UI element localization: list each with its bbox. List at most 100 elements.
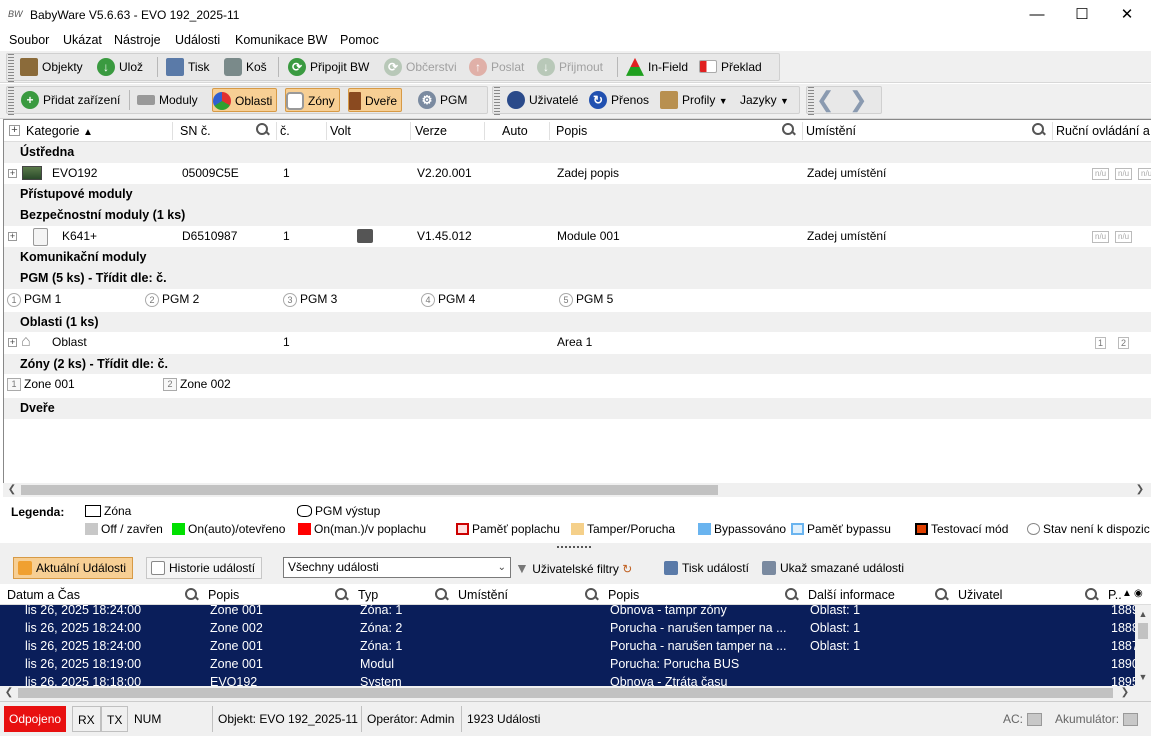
events-horizontal-scrollbar[interactable]: ❮ ❯ (0, 686, 1151, 701)
col-version[interactable]: Verze (415, 124, 447, 138)
panel-description[interactable]: Zadej popis (557, 163, 619, 184)
toolbar-grip[interactable] (808, 87, 814, 115)
modules-button[interactable]: Moduly (137, 88, 198, 112)
transfer-button[interactable]: ↻ Přenos (589, 88, 649, 112)
scroll-right-icon[interactable]: ❯ (1133, 483, 1147, 497)
pgm-item[interactable]: 2 PGM 2 (145, 289, 199, 310)
menu-ukazat[interactable]: Ukázat (63, 33, 102, 47)
send-button[interactable]: ↑ Poslat (469, 55, 524, 79)
maximize-button[interactable]: ☐ (1067, 4, 1097, 26)
connect-button[interactable]: ⟳ Připojit BW (288, 55, 369, 79)
search-icon[interactable] (335, 588, 349, 602)
search-icon[interactable] (782, 123, 796, 137)
module-location[interactable]: Zadej umístění (807, 226, 886, 247)
area-state-badge[interactable]: 1 (1095, 337, 1107, 349)
table-row-panel[interactable]: + EVO192 05009C5E 1 V2.20.001 Zadej popi… (4, 163, 1151, 184)
col-location[interactable]: Umístění (458, 588, 508, 602)
manual-control-badge[interactable]: n/u (1115, 168, 1133, 180)
user-filters-button[interactable]: ▼ Uživatelské filtry ↻ (515, 556, 632, 580)
profiles-dropdown[interactable]: Profily ▼ (660, 88, 728, 112)
close-button[interactable]: ✕ (1112, 4, 1142, 26)
table-row[interactable]: lis 26, 2025 18:24:00 Zone 001 Zóna: 1 O… (0, 601, 1135, 619)
zones-button[interactable]: Zóny (285, 88, 340, 112)
col-more-info[interactable]: Další informace (808, 588, 895, 602)
col-type[interactable]: Typ (358, 588, 378, 602)
grid-horizontal-scrollbar[interactable]: ❮ ❯ (3, 483, 1151, 497)
tab-event-history[interactable]: Historie událostí (146, 557, 263, 579)
search-icon[interactable] (935, 588, 949, 602)
scroll-down-icon[interactable]: ▼ (1136, 670, 1150, 684)
col-location[interactable]: Umístění (806, 124, 856, 138)
toolbar-grip[interactable] (8, 54, 14, 82)
zone-item[interactable]: 2 Zone 002 (163, 374, 231, 395)
sort-icon[interactable]: ▲ (1122, 588, 1132, 599)
print-button[interactable]: Tisk (166, 55, 210, 79)
expand-icon[interactable]: + (8, 169, 17, 178)
areas-button[interactable]: Oblasti (212, 88, 278, 112)
pgm-button[interactable]: ⚙ PGM (418, 88, 467, 112)
search-icon[interactable] (435, 588, 449, 602)
menu-pomoc[interactable]: Pomoc (340, 33, 379, 47)
area-state-badge[interactable]: 2 (1118, 337, 1130, 349)
expand-icon[interactable]: + (8, 232, 17, 241)
tab-current-events[interactable]: Aktuální Události (13, 557, 134, 579)
refresh-button[interactable]: ⟳ Občerstvi (384, 55, 457, 79)
menu-soubor[interactable]: Soubor (9, 33, 49, 47)
manual-control-badge[interactable]: n/u (1138, 168, 1151, 180)
search-icon[interactable] (785, 588, 799, 602)
search-icon[interactable] (185, 588, 199, 602)
minimize-button[interactable]: — (1022, 4, 1052, 26)
back-arrow-icon[interactable]: ❮ (816, 88, 834, 112)
zone-item[interactable]: 1 Zone 001 (7, 374, 75, 395)
col-label[interactable]: Popis (208, 588, 239, 602)
toolbar-grip[interactable] (8, 87, 14, 115)
manual-control-badge[interactable]: n/u (1092, 231, 1110, 243)
event-filter-select[interactable]: Všechny události ⌄ (283, 557, 511, 578)
users-button[interactable]: Uživatelé (507, 88, 578, 112)
expand-all-icon[interactable]: + (9, 125, 20, 136)
menu-udalosti[interactable]: Události (175, 33, 220, 47)
search-icon[interactable] (1085, 588, 1099, 602)
search-icon[interactable] (1032, 123, 1046, 137)
forward-arrow-icon[interactable]: ❯ (849, 88, 867, 112)
scroll-up-icon[interactable]: ▲ (1136, 607, 1150, 621)
panel-splitter[interactable] (0, 543, 1151, 552)
module-description[interactable]: Module 001 (557, 226, 620, 247)
languages-dropdown[interactable]: Jazyky ▼ (740, 88, 789, 112)
save-button[interactable]: ↓ Ulož (97, 55, 143, 79)
show-deleted-button[interactable]: Ukaž smazané události (762, 556, 904, 580)
pgm-item[interactable]: 5 PGM 5 (559, 289, 613, 310)
col-category[interactable]: Kategorie ▲ (26, 124, 93, 138)
manual-control-badge[interactable]: n/u (1092, 168, 1110, 180)
pgm-item[interactable]: 3 PGM 3 (283, 289, 337, 310)
panel-location[interactable]: Zadej umístění (807, 163, 886, 184)
col-sn[interactable]: SN č. (180, 124, 211, 138)
scrollbar-thumb[interactable] (21, 485, 718, 495)
col-auto[interactable]: Auto (502, 124, 528, 138)
events-vertical-scrollbar[interactable]: ▲ ▼ (1135, 605, 1151, 686)
receive-button[interactable]: ↓ Přijmout (537, 55, 603, 79)
col-p[interactable]: P... (1108, 588, 1122, 602)
column-chooser-icon[interactable]: ◉ (1134, 588, 1143, 599)
objects-button[interactable]: Objekty (20, 55, 83, 79)
table-row-module[interactable]: + K641+ D6510987 1 V1.45.012 Module 001 … (4, 226, 1151, 247)
menu-nastroje[interactable]: Nástroje (114, 33, 161, 47)
doors-button[interactable]: Dveře (348, 88, 403, 112)
col-user[interactable]: Uživatel (958, 588, 1002, 602)
search-icon[interactable] (585, 588, 599, 602)
table-row[interactable]: lis 26, 2025 18:24:00 Zone 001 Zóna: 1 P… (0, 637, 1135, 655)
table-row[interactable]: lis 26, 2025 18:24:00 Zone 002 Zóna: 2 P… (0, 619, 1135, 637)
table-row-area[interactable]: + ⌂ Oblast 1 Area 1 1 2 (4, 332, 1151, 353)
menu-komunikace[interactable]: Komunikace BW (235, 33, 327, 47)
col-manual-control[interactable]: Ruční ovládání a (1056, 124, 1150, 138)
translate-button[interactable]: Překlad (699, 55, 762, 79)
scrollbar-thumb[interactable] (1138, 623, 1148, 639)
table-row[interactable]: lis 26, 2025 18:19:00 Zone 001 Modul Por… (0, 655, 1135, 673)
trash-button[interactable]: Koš (224, 55, 267, 79)
col-num[interactable]: č. (280, 124, 290, 138)
pgm-item[interactable]: 1 PGM 1 (7, 289, 61, 310)
scroll-left-icon[interactable]: ❮ (2, 686, 16, 700)
toolbar-grip[interactable] (494, 87, 500, 115)
col-description[interactable]: Popis (556, 124, 587, 138)
col-event-description[interactable]: Popis (608, 588, 639, 602)
